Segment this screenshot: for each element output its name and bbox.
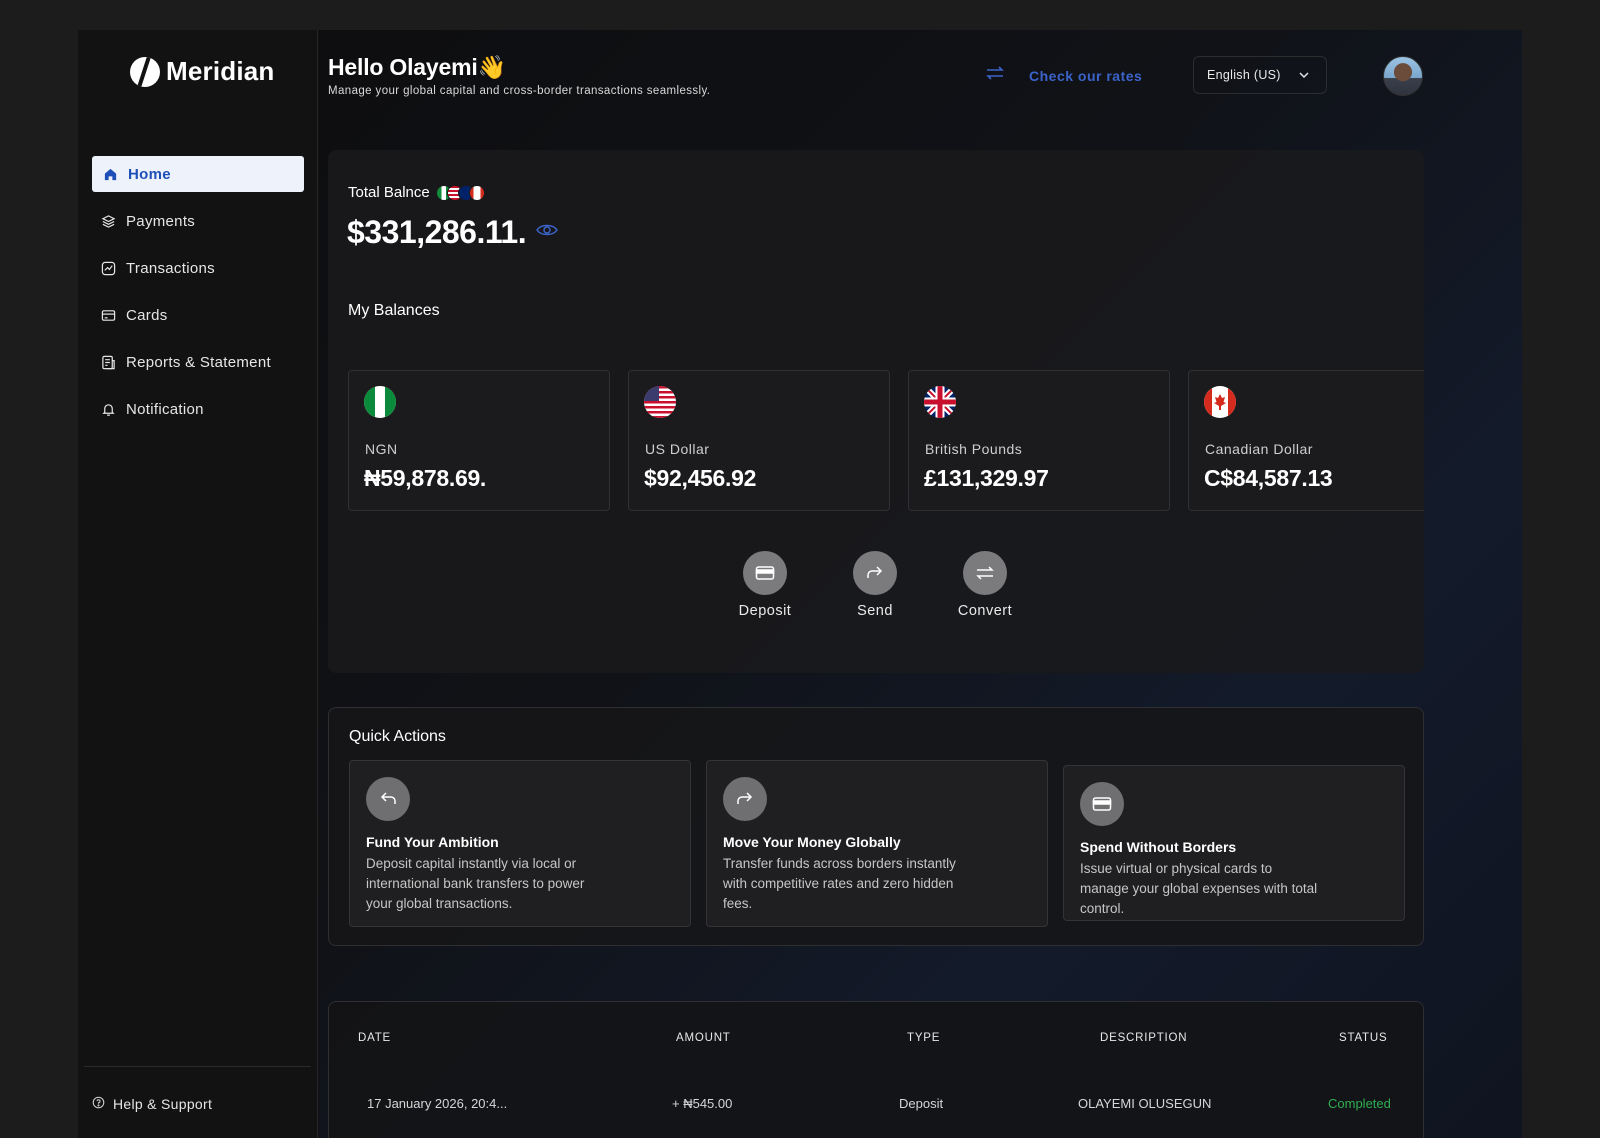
send-button[interactable]: Send — [835, 551, 915, 619]
card-icon — [100, 307, 116, 323]
chevron-down-icon — [1299, 68, 1309, 82]
quick-action-fund[interactable]: Fund Your Ambition Deposit capital insta… — [349, 760, 691, 927]
balance-currency-name: Canadian Dollar — [1205, 441, 1313, 457]
help-support-link[interactable]: Help & Support — [92, 1096, 212, 1112]
brand-name: Meridian — [166, 56, 275, 86]
home-icon — [102, 166, 118, 182]
wallet-icon — [1080, 782, 1124, 826]
convert-button[interactable]: Convert — [945, 551, 1025, 619]
deposit-button[interactable]: Deposit — [725, 551, 805, 619]
quick-action-move[interactable]: Move Your Money Globally Transfer funds … — [706, 760, 1048, 927]
check-rates-link[interactable]: Check our rates — [985, 66, 1142, 85]
cell-type: Deposit — [899, 1096, 944, 1111]
cell-amount: + ₦545.00 — [672, 1096, 733, 1111]
quick-actions-card: Quick Actions Fund Your Ambition Deposit… — [328, 707, 1424, 946]
help-icon — [92, 1096, 105, 1112]
page-subtitle: Manage your global capital and cross-bor… — [328, 85, 711, 97]
deposit-label: Deposit — [738, 603, 792, 619]
avatar[interactable] — [1383, 56, 1423, 96]
total-balance-amount: $331,286.11. — [347, 214, 527, 250]
balance-tile-cad[interactable]: Canadian Dollar C$84,587.13 — [1188, 370, 1424, 511]
report-icon — [100, 354, 116, 370]
sidebar-divider — [84, 1066, 311, 1067]
bell-icon — [100, 401, 116, 417]
logo-mark-icon — [130, 56, 160, 87]
main-content: Hello Olayemi👋 Manage your global capita… — [319, 30, 1522, 1138]
sidebar-item-label: Cards — [126, 306, 168, 324]
sidebar-item-label: Transactions — [126, 259, 215, 277]
balance-tile-usd[interactable]: US Dollar $92,456.92 — [628, 370, 890, 511]
balance-card: Total Balnce $331,286.11. My Balances NG… — [328, 150, 1424, 673]
quick-actions-title: Quick Actions — [349, 728, 446, 745]
reply-arrow-icon — [366, 777, 410, 821]
usa-flag-icon — [644, 386, 676, 418]
help-label: Help & Support — [113, 1096, 213, 1112]
quick-action-spend[interactable]: Spend Without Borders Issue virtual or p… — [1063, 765, 1405, 921]
uk-flag-icon — [924, 386, 956, 418]
balance-tile-ngn[interactable]: NGN ₦59,878.69. — [348, 370, 610, 511]
page-title: Hello Olayemi👋 — [328, 54, 506, 80]
eye-icon[interactable] — [536, 223, 558, 242]
brand-logo[interactable]: Meridian — [130, 56, 275, 87]
quick-action-title: Spend Without Borders — [1080, 839, 1237, 855]
sidebar-item-payments[interactable]: Payments — [92, 203, 304, 239]
canada-flag-icon — [468, 184, 485, 201]
total-balance-label: Total Balnce — [348, 184, 485, 201]
balance-currency-name: NGN — [365, 441, 398, 457]
chart-icon — [100, 260, 116, 276]
check-rates-label: Check our rates — [1029, 67, 1143, 84]
quick-action-desc: Transfer funds across borders instantly … — [723, 856, 956, 911]
balance-value: ₦59,878.69. — [364, 465, 487, 491]
quick-action-title: Move Your Money Globally — [723, 834, 901, 850]
quick-action-title: Fund Your Ambition — [366, 834, 499, 850]
sidebar-item-reports[interactable]: Reports & Statement — [92, 344, 304, 380]
cell-date: 17 January 2026, 20:4... — [367, 1096, 508, 1111]
balance-currency-name: British Pounds — [925, 441, 1023, 457]
total-balance: $331,286.11. — [347, 214, 558, 251]
column-header-amount: AMOUNT — [676, 1032, 731, 1044]
my-balances-title: My Balances — [348, 302, 440, 319]
total-balance-label-text: Total Balnce — [348, 184, 430, 201]
sidebar: Meridian Home Payments Transactions Card… — [78, 30, 318, 1138]
app-frame: Meridian Home Payments Transactions Card… — [78, 30, 1522, 1138]
language-value: English (US) — [1207, 68, 1281, 82]
sidebar-item-label: Home — [128, 165, 171, 183]
balance-value: £131,329.97 — [924, 465, 1049, 491]
quick-action-desc: Issue virtual or physical cards to manag… — [1080, 861, 1318, 916]
column-header-status: STATUS — [1339, 1032, 1388, 1044]
currency-flags-stack — [435, 184, 485, 201]
sidebar-item-transactions[interactable]: Transactions — [92, 250, 304, 286]
balance-value: C$84,587.13 — [1204, 465, 1333, 491]
layers-icon — [100, 213, 116, 229]
sidebar-item-label: Notification — [126, 400, 204, 418]
status-badge: Completed — [1328, 1096, 1391, 1111]
sidebar-nav: Home Payments Transactions Cards Reports… — [92, 156, 304, 438]
column-header-description: DESCRIPTION — [1100, 1032, 1188, 1044]
wallet-icon — [743, 551, 787, 595]
balance-currency-name: US Dollar — [645, 441, 710, 457]
column-header-date: DATE — [358, 1032, 392, 1044]
forward-arrow-icon — [723, 777, 767, 821]
forward-arrow-icon — [853, 551, 897, 595]
sidebar-item-label: Reports & Statement — [126, 353, 271, 371]
language-select[interactable]: English (US) — [1193, 56, 1327, 94]
canada-flag-icon — [1204, 386, 1236, 418]
column-header-type: TYPE — [907, 1032, 941, 1044]
sidebar-item-home[interactable]: Home — [92, 156, 304, 192]
cell-description: OLAYEMI OLUSEGUN — [1078, 1096, 1212, 1111]
balance-tile-gbp[interactable]: British Pounds £131,329.97 — [908, 370, 1170, 511]
convert-label: Convert — [957, 603, 1013, 619]
balance-value: $92,456.92 — [644, 465, 757, 491]
transactions-table: DATE AMOUNT TYPE DESCRIPTION STATUS 17 J… — [328, 1001, 1424, 1138]
sidebar-item-cards[interactable]: Cards — [92, 297, 304, 333]
greeting-block: Hello Olayemi👋 Manage your global capita… — [328, 54, 710, 97]
quick-action-desc: Deposit capital instantly via local or i… — [366, 856, 585, 911]
sidebar-item-notification[interactable]: Notification — [92, 391, 304, 427]
sidebar-item-label: Payments — [126, 212, 196, 230]
swap-icon — [963, 551, 1007, 595]
send-label: Send — [857, 603, 893, 619]
swap-icon — [985, 66, 1005, 85]
nigeria-flag-icon — [364, 386, 396, 418]
